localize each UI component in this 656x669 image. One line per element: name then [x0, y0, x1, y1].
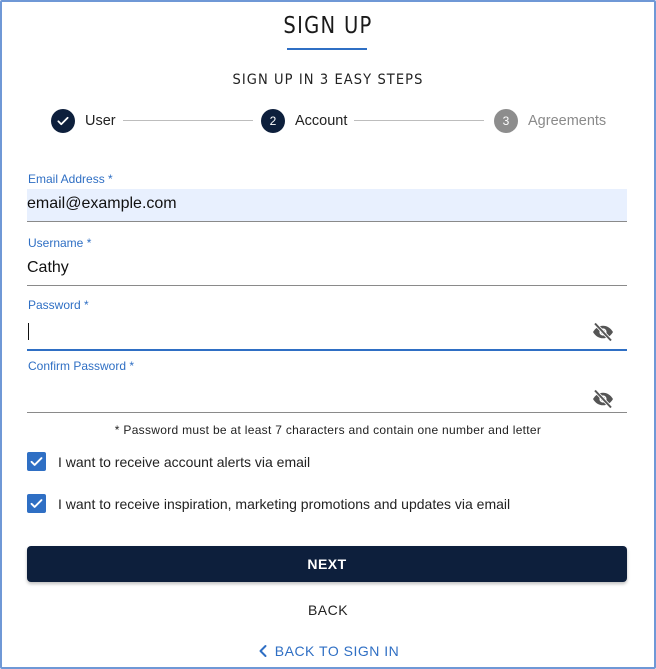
step-connector: [123, 120, 253, 121]
confirm-password-label: Confirm Password *: [28, 359, 135, 373]
back-to-sign-in-label[interactable]: BACK TO SIGN IN: [275, 643, 399, 659]
back-button[interactable]: BACK: [0, 602, 656, 618]
alerts-checkbox[interactable]: [27, 452, 46, 471]
username-label: Username *: [28, 236, 92, 250]
marketing-checkbox-label[interactable]: I want to receive inspiration, marketing…: [58, 496, 510, 512]
checkmark-icon: [30, 457, 43, 466]
password-input[interactable]: [27, 316, 627, 351]
text-caret: [28, 323, 29, 340]
marketing-checkbox-row[interactable]: I want to receive inspiration, marketing…: [27, 494, 510, 513]
title-underline: [287, 48, 367, 50]
checkmark-icon: [30, 499, 43, 508]
step-connector: [354, 120, 484, 121]
page-subtitle: SIGN UP IN 3 EASY STEPS: [232, 72, 424, 88]
step-number: 2: [261, 109, 285, 133]
confirm-password-field: Confirm Password *: [27, 359, 627, 413]
password-field: Password *: [27, 298, 627, 351]
eye-off-icon[interactable]: [591, 387, 615, 411]
confirm-password-input[interactable]: [27, 377, 627, 413]
step-label: Agreements: [528, 113, 607, 129]
email-input[interactable]: email@example.com: [27, 189, 627, 222]
marketing-checkbox[interactable]: [27, 494, 46, 513]
email-label: Email Address *: [28, 172, 113, 186]
back-to-sign-in-link[interactable]: BACK TO SIGN IN: [0, 643, 656, 659]
step-account: 2 Account: [261, 109, 347, 133]
next-button[interactable]: NEXT: [27, 546, 627, 582]
password-label: Password *: [28, 298, 89, 312]
chevron-left-icon: [259, 645, 267, 657]
step-user: User: [51, 109, 116, 133]
step-label: Account: [295, 113, 348, 129]
email-field: Email Address * email@example.com: [27, 172, 627, 222]
page-title: SIGN UP: [283, 13, 373, 39]
username-field: Username * Cathy: [27, 236, 627, 286]
email-value: email@example.com: [27, 195, 177, 212]
step-label: User: [85, 113, 116, 129]
password-hint: * Password must be at least 7 characters…: [114, 423, 542, 437]
step-agreements: 3 Agreements: [494, 109, 606, 133]
step-number: 3: [494, 109, 518, 133]
alerts-checkbox-label[interactable]: I want to receive account alerts via ema…: [58, 454, 310, 470]
username-input[interactable]: Cathy: [27, 253, 627, 286]
username-value: Cathy: [27, 259, 69, 276]
eye-off-icon[interactable]: [591, 320, 615, 344]
check-icon: [51, 109, 75, 133]
alerts-checkbox-row[interactable]: I want to receive account alerts via ema…: [27, 452, 310, 471]
